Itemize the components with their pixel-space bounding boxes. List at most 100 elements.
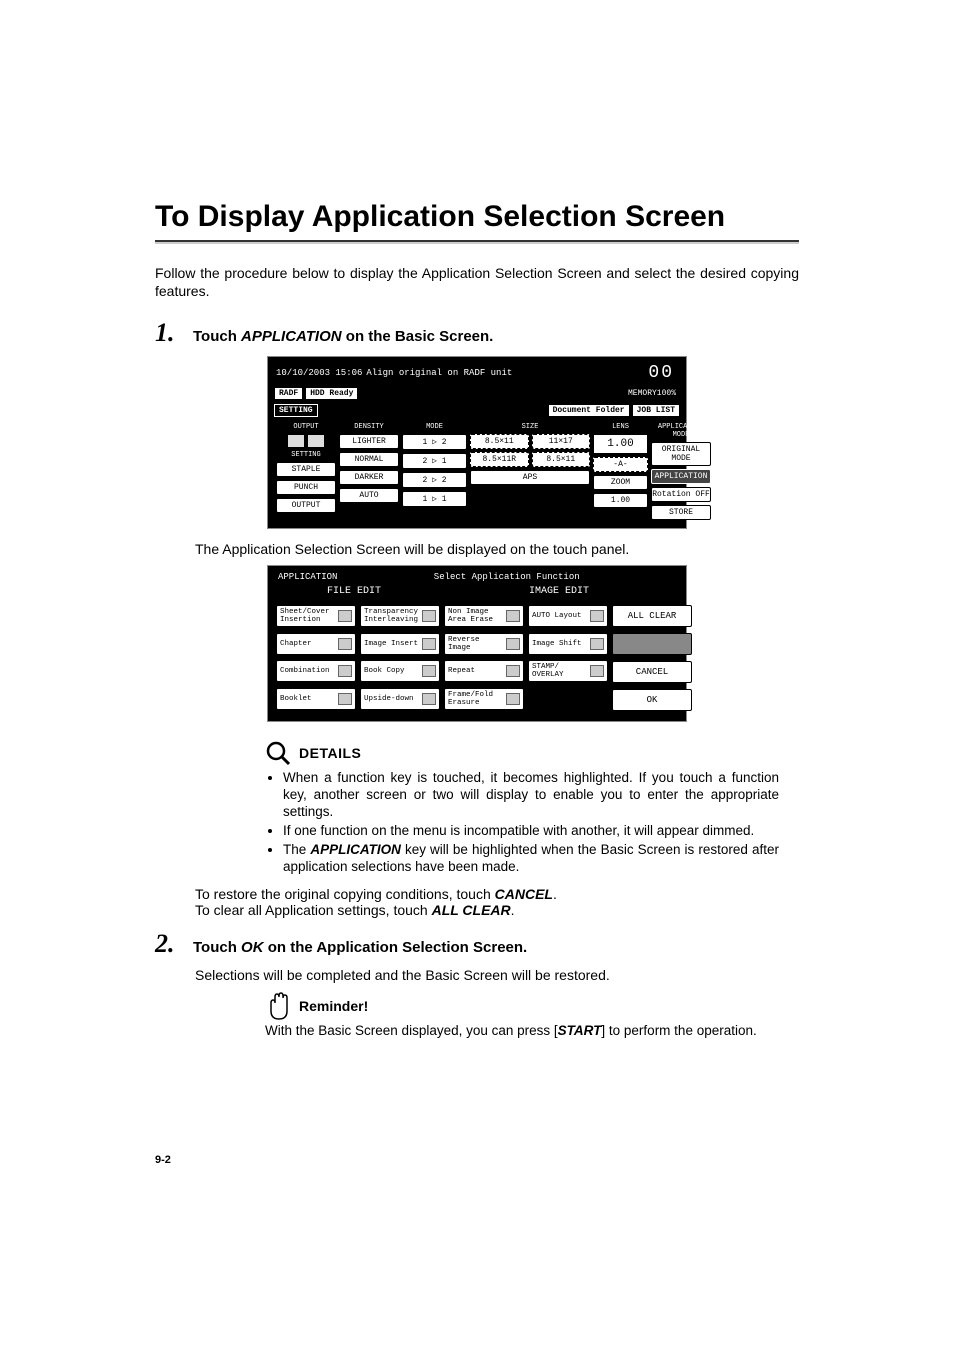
btn-lighter[interactable]: LIGHTER [339,434,399,449]
tab-document-folder[interactable]: Document Folder [548,404,630,417]
btn-normal[interactable]: NORMAL [339,452,399,467]
label-setting: SETTING [276,451,336,459]
bs-top-bar: 10/10/2003 15:06 Align original on RADF … [272,361,682,385]
btn-size-2[interactable]: 11×17 [532,434,591,449]
col-mode: MODE 1 ▷ 2 2 ▷ 1 2 ▷ 2 1 ▷ 1 [402,423,467,520]
title-rule [155,240,799,244]
label-density: DENSITY [339,423,399,431]
restore-line: To restore the original copying conditio… [195,886,799,920]
btn-repeat[interactable]: Repeat [444,660,524,682]
tab-setting[interactable]: SETTING [274,404,318,417]
btn-ok[interactable]: OK [612,689,692,711]
btn-cancel[interactable]: CANCEL [612,661,692,683]
btn-frame-fold-erasure[interactable]: Frame/Fold Erasure [444,688,524,710]
detail-bullet-3-keyword: APPLICATION [310,842,401,857]
step-1-number: 1. [155,318,183,348]
as-headers: FILE EDIT IMAGE EDIT [272,584,682,599]
header-file-edit: FILE EDIT [272,584,436,599]
step-1-text-c: on the Basic Screen. [342,328,494,345]
btn-lens-ratio2[interactable]: 1.00 [593,493,648,508]
side-spacer [612,633,692,655]
header-image-edit: IMAGE EDIT [436,584,682,599]
detail-bullet-1: When a function key is touched, it becom… [283,770,779,821]
btn-auto-layout[interactable]: AUTO Layout [528,605,608,627]
btn-store[interactable]: STORE [651,505,711,520]
as-top: APPLICATION Select Application Function [272,570,682,584]
basic-screen-figure: 10/10/2003 15:06 Align original on RADF … [267,356,687,529]
btn-auto[interactable]: AUTO [339,488,399,503]
btn-size-1[interactable]: 8.5×11 [470,434,529,449]
step-1-keyword: APPLICATION [241,328,342,345]
reminder-text: With the Basic Screen displayed, you can… [265,1023,779,1040]
step-2-keyword: OK [241,939,264,956]
bs-message: Align original on RADF unit [362,366,648,380]
btn-stamp-overlay[interactable]: STAMP/ OVERLAY [528,660,608,682]
details-heading: DETAILS [265,740,779,766]
label-size: SIZE [470,423,590,431]
col-output: OUTPUT SETTING STAPLE PUNCH OUTPUT [276,423,336,520]
tab-hdd[interactable]: HDD Ready [305,387,358,400]
as-title-center: Select Application Function [434,572,580,582]
btn-output[interactable]: OUTPUT [276,498,336,513]
btn-mode-1-1[interactable]: 1 ▷ 1 [402,491,467,507]
btn-book-copy[interactable]: Book Copy [360,660,440,682]
step-1: 1. Touch APPLICATION on the Basic Screen… [155,318,799,348]
btn-booklet[interactable]: Booklet [276,688,356,710]
btn-application[interactable]: APPLICATION [651,469,711,484]
col-right: APPLICATION MODE ORIGINAL MODE APPLICATI… [651,423,711,520]
step-2-text: Touch OK on the Application Selection Sc… [193,939,527,956]
col-lens: LENS 1.00 -A- ZOOM 1.00 [593,423,648,520]
reminder-heading: Reminder! [265,991,779,1021]
tab-job-list[interactable]: JOB LIST [632,404,680,417]
btn-transparency-interleaving[interactable]: Transparency Interleaving [360,605,440,627]
page-title: To Display Application Selection Screen [155,200,799,234]
btn-lens-a[interactable]: -A- [593,457,648,472]
btn-reverse-image[interactable]: Reverse Image [444,633,524,655]
btn-mode-1-2[interactable]: 1 ▷ 2 [402,434,467,450]
btn-aps[interactable]: APS [470,470,590,485]
label-lens: LENS [593,423,648,431]
bs-body: OUTPUT SETTING STAPLE PUNCH OUTPUT DENSI… [272,419,682,524]
details-label: DETAILS [299,745,361,761]
detail-bullet-3: The APPLICATION key will be highlighted … [283,842,779,876]
btn-staple[interactable]: STAPLE [276,462,336,477]
btn-mode-2-2[interactable]: 2 ▷ 2 [402,472,467,488]
step-1-text-a: Touch [193,328,241,345]
label-app-mode: APPLICATION MODE [651,423,711,439]
label-output: OUTPUT [276,423,336,431]
btn-darker[interactable]: DARKER [339,470,399,485]
btn-upside-down[interactable]: Upside-down [360,688,440,710]
col-density: DENSITY LIGHTER NORMAL DARKER AUTO [339,423,399,520]
btn-chapter[interactable]: Chapter [276,633,356,655]
page-number: 9-2 [155,1154,171,1166]
caption-1: The Application Selection Screen will be… [195,541,799,557]
memory-indicator: MEMORY100% [360,389,680,398]
btn-image-shift[interactable]: Image Shift [528,633,608,655]
bs-tab-row-2: SETTING Document Folder JOB LIST [272,402,682,419]
btn-original-mode[interactable]: ORIGINAL MODE [651,442,711,466]
btn-mode-2-1[interactable]: 2 ▷ 1 [402,453,467,469]
as-title-left: APPLICATION [278,572,337,582]
btn-image-insert[interactable]: Image Insert [360,633,440,655]
btn-rotation-off[interactable]: Rotation OFF [651,487,711,502]
reminder-block: Reminder! With the Basic Screen displaye… [265,991,779,1040]
all-clear-keyword: ALL CLEAR [432,902,511,918]
tab-radf[interactable]: RADF [274,387,303,400]
app-selection-screen-figure: APPLICATION Select Application Function … [267,565,687,722]
btn-punch[interactable]: PUNCH [276,480,336,495]
bs-tab-row: RADF HDD Ready MEMORY100% [272,385,682,402]
intro-text: Follow the procedure below to display th… [155,264,799,300]
btn-sheet-cover-insertion[interactable]: Sheet/Cover Insertion [276,605,356,627]
magnifier-icon [265,740,291,766]
empty-cell [528,688,608,712]
btn-size-4[interactable]: 8.5×11 [532,452,591,467]
btn-all-clear[interactable]: ALL CLEAR [612,605,692,627]
btn-zoom[interactable]: ZOOM [593,475,648,490]
btn-non-image-area-erase[interactable]: Non Image Area Erase [444,605,524,627]
bs-counter: 00 [648,363,678,383]
cancel-keyword: CANCEL [495,886,553,902]
step-2: 2. Touch OK on the Application Selection… [155,929,799,959]
as-side: ALL CLEAR CANCEL OK [612,605,692,711]
btn-size-3[interactable]: 8.5×11R [470,452,529,467]
btn-combination[interactable]: Combination [276,660,356,682]
